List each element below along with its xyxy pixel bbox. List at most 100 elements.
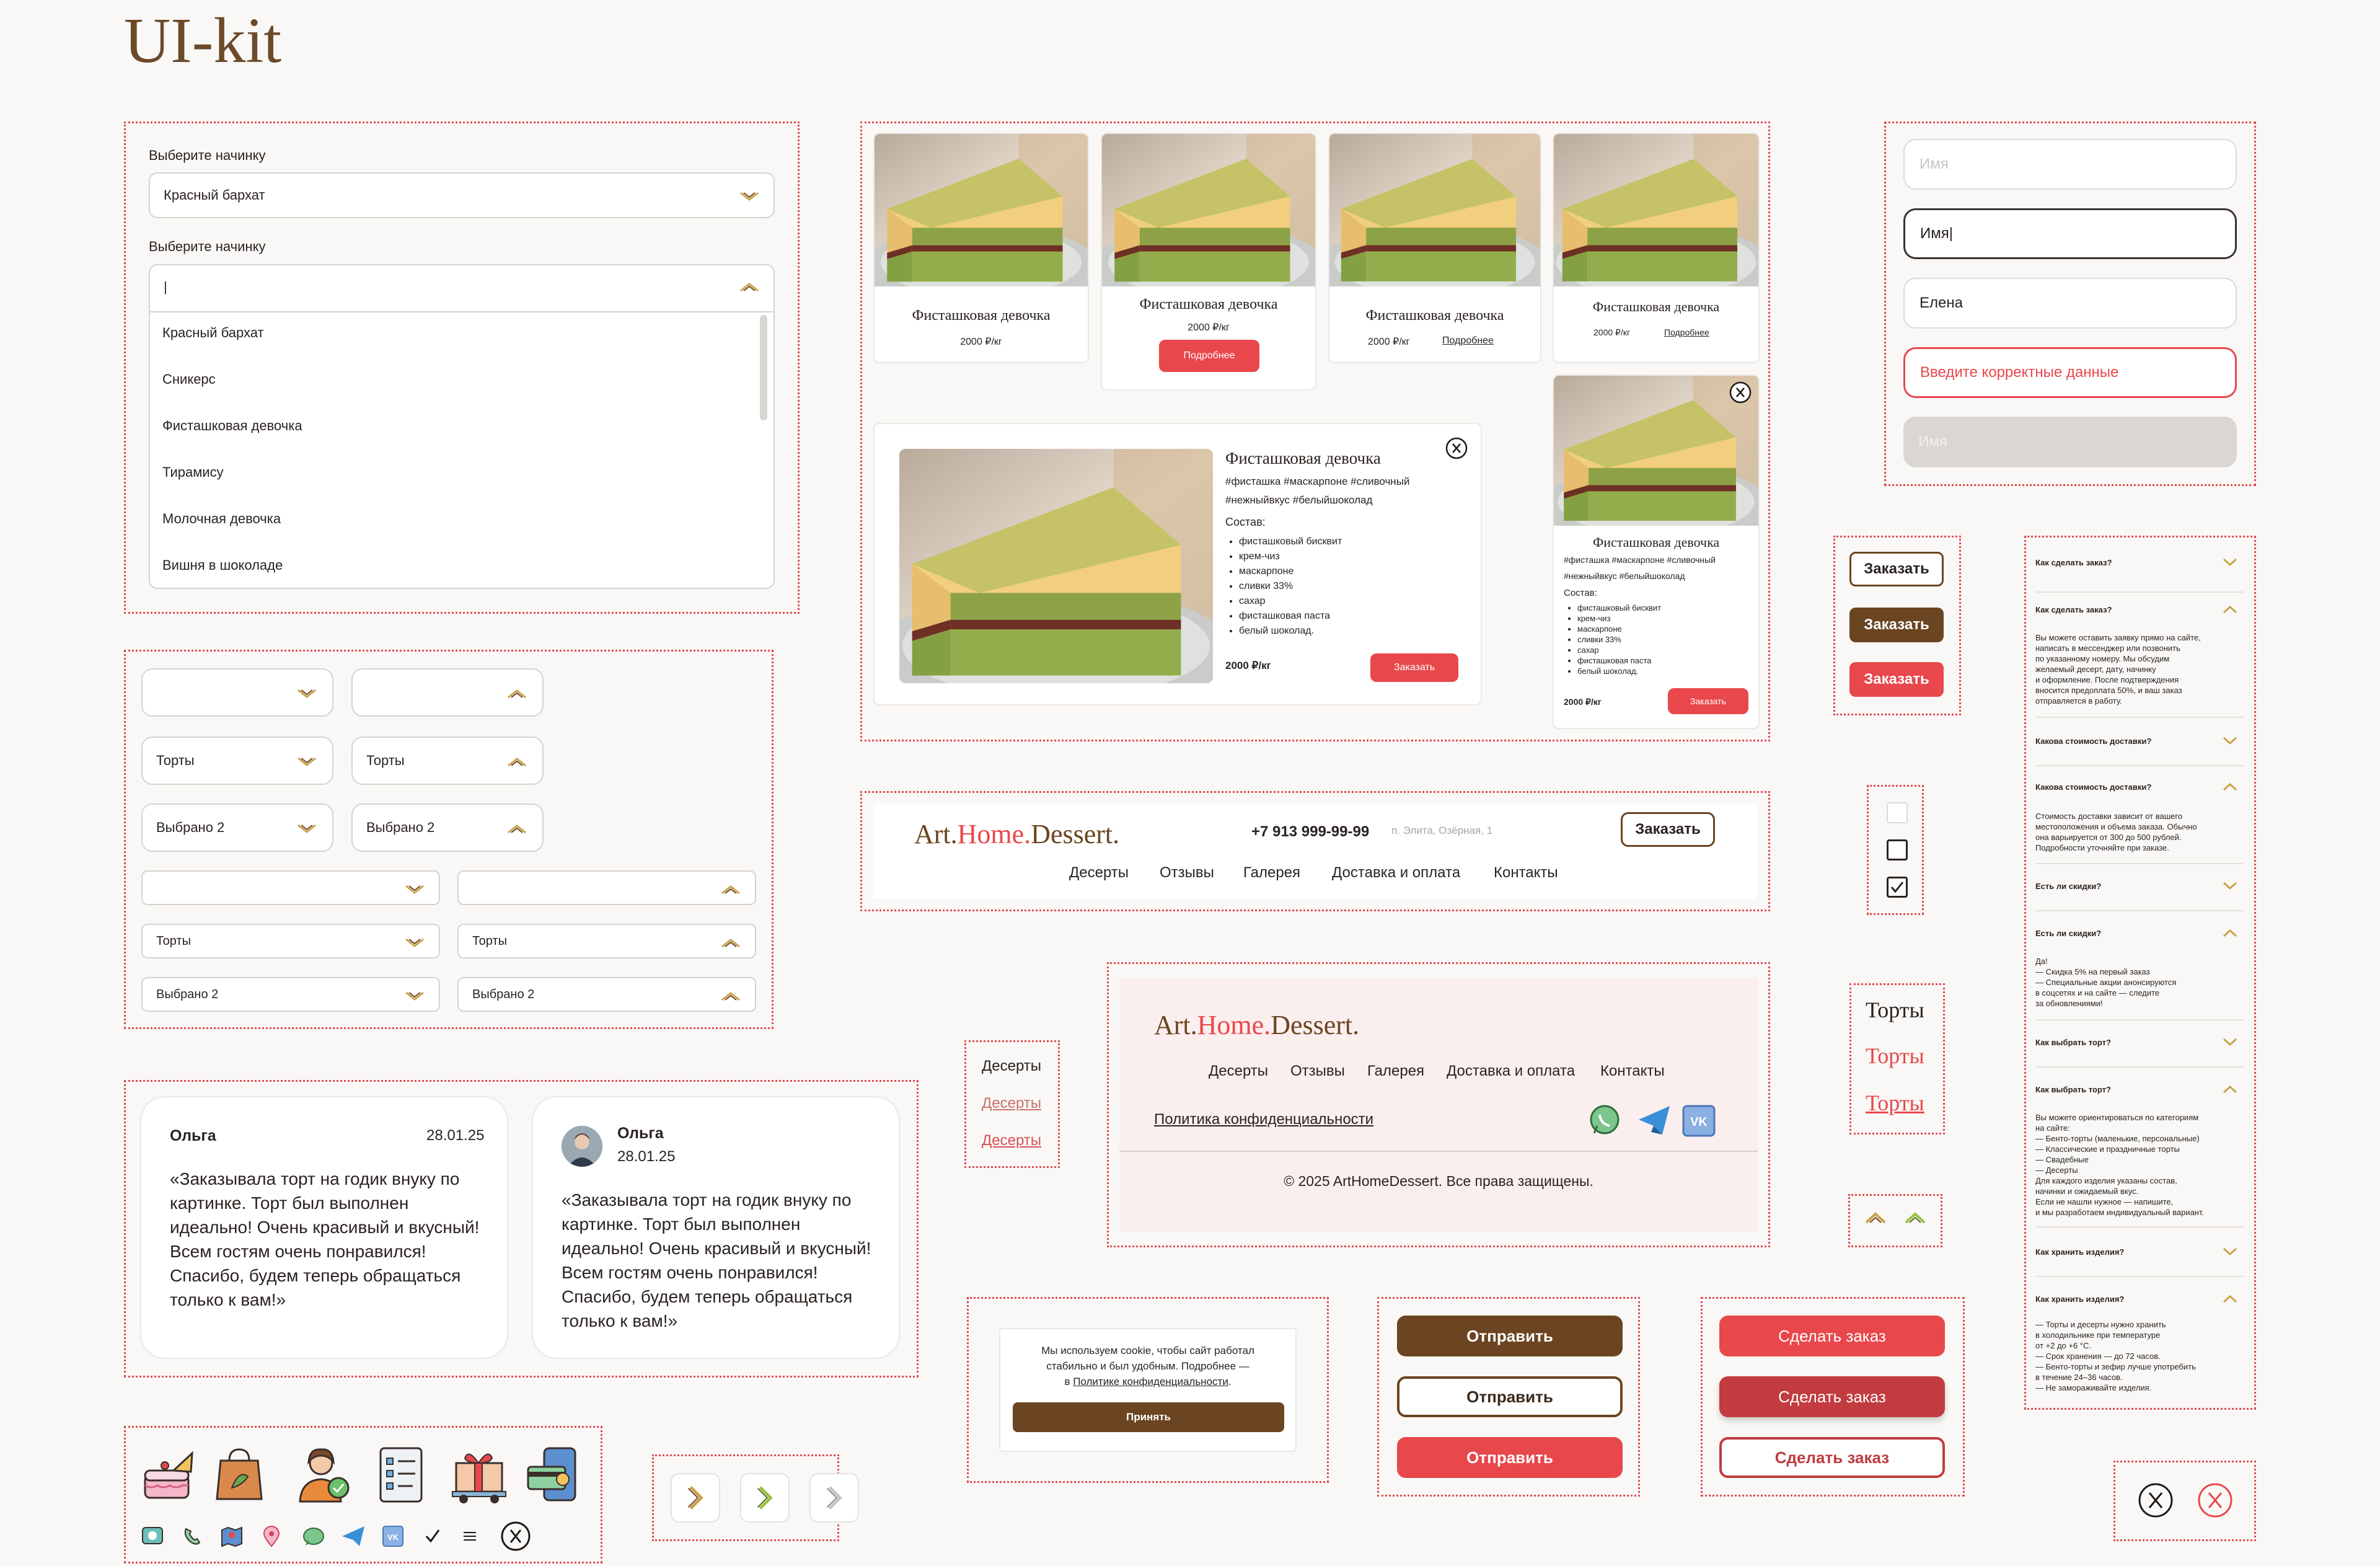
checkbox-checked[interactable] bbox=[1887, 877, 1908, 898]
chevron-up-icon[interactable] bbox=[2223, 1085, 2237, 1094]
link-active[interactable]: Десерты bbox=[982, 1132, 1041, 1149]
link-default[interactable]: Десерты bbox=[982, 1058, 1041, 1075]
name-input-filled[interactable]: Елена bbox=[1903, 278, 2237, 329]
faq-question-open[interactable]: Какова стоимость доставки? bbox=[2035, 782, 2151, 792]
option-item[interactable]: Тирамису bbox=[162, 464, 224, 480]
product-card-link[interactable]: Фисташковая девочка 2000 ₽/кг Подробнее bbox=[1328, 133, 1541, 363]
option-item[interactable]: Вишня в шоколаде bbox=[162, 557, 283, 573]
faq-question-open[interactable]: Как хранить изделия? bbox=[2035, 1294, 2124, 1304]
dropdown-small-selected-open[interactable]: Выбрано 2 bbox=[457, 977, 756, 1012]
link-hover[interactable]: Десерты bbox=[982, 1095, 1041, 1112]
chevron-up-icon-hover[interactable] bbox=[1904, 1210, 1926, 1225]
logo[interactable]: Art.Home.Dessert. bbox=[914, 818, 1119, 850]
dropdown-small-selected[interactable]: Выбрано 2 bbox=[141, 977, 440, 1012]
nav-desserts[interactable]: Десерты bbox=[1069, 864, 1129, 882]
telegram-icon[interactable] bbox=[1636, 1102, 1672, 1138]
footer-nav-gallery[interactable]: Галерея bbox=[1367, 1063, 1424, 1080]
faq-question[interactable]: Есть ли скидки? bbox=[2035, 882, 2101, 891]
close-icon[interactable] bbox=[2137, 1482, 2174, 1519]
category-active[interactable]: Торты bbox=[1866, 1090, 1924, 1116]
send-button-outline[interactable]: Отправить bbox=[1397, 1376, 1623, 1417]
chevron-up-icon[interactable] bbox=[2223, 929, 2237, 937]
footer-logo[interactable]: Art.Home.Dessert. bbox=[1154, 1009, 1359, 1041]
category-hover[interactable]: Торты bbox=[1866, 1043, 1924, 1069]
nav-contacts[interactable]: Контакты bbox=[1494, 864, 1558, 882]
make-order-button-outline[interactable]: Сделать заказ bbox=[1719, 1437, 1945, 1478]
privacy-link[interactable]: Политике конфиденциальности bbox=[1073, 1376, 1228, 1387]
nav-gallery[interactable]: Галерея bbox=[1243, 864, 1300, 882]
category-default[interactable]: Торты bbox=[1866, 997, 1924, 1023]
order-button[interactable]: Заказать bbox=[1621, 812, 1715, 847]
order-button-brown[interactable]: Заказать bbox=[1849, 608, 1944, 642]
arrow-right-button-hover[interactable] bbox=[740, 1473, 790, 1523]
scrollbar[interactable] bbox=[760, 315, 767, 420]
chevron-up-icon[interactable] bbox=[2223, 782, 2237, 791]
phone[interactable]: +7 913 999-99-99 bbox=[1251, 823, 1369, 841]
faq-question[interactable]: Как сделать заказ? bbox=[2035, 558, 2112, 567]
arrow-right-button[interactable] bbox=[671, 1473, 720, 1523]
arrow-right-button-disabled[interactable] bbox=[809, 1473, 859, 1523]
order-button-red[interactable]: Заказать bbox=[1849, 662, 1944, 697]
dropdown-selected-open[interactable]: Выбрано 2 bbox=[351, 803, 544, 852]
close-icon[interactable] bbox=[1445, 436, 1468, 460]
dropdown-small-cakes[interactable]: Торты bbox=[141, 924, 440, 958]
more-button[interactable]: Подробнее bbox=[1159, 340, 1259, 372]
footer-nav-desserts[interactable]: Десерты bbox=[1209, 1063, 1268, 1080]
name-input-focus[interactable]: Имя | bbox=[1903, 208, 2237, 259]
vk-icon[interactable]: VK bbox=[1681, 1102, 1717, 1138]
chevron-up-icon[interactable] bbox=[1864, 1210, 1887, 1225]
chevron-down-icon[interactable] bbox=[2223, 558, 2237, 567]
dropdown-small-cakes-open[interactable]: Торты bbox=[457, 924, 756, 958]
send-button[interactable]: Отправить bbox=[1397, 1316, 1623, 1356]
footer-nav-reviews[interactable]: Отзывы bbox=[1290, 1063, 1345, 1080]
filling-select[interactable]: Красный бархат bbox=[149, 172, 775, 218]
nav-delivery[interactable]: Доставка и оплата bbox=[1332, 864, 1460, 882]
close-icon-hover[interactable] bbox=[2197, 1482, 2234, 1519]
faq-question-open[interactable]: Есть ли скидки? bbox=[2035, 929, 2101, 938]
product-card-hover[interactable]: Фисташковая девочка 2000 ₽/кг Подробнее bbox=[1101, 133, 1316, 391]
select-input[interactable]: | bbox=[164, 279, 167, 295]
close-icon[interactable] bbox=[1729, 381, 1752, 404]
dropdown-empty-open[interactable] bbox=[351, 668, 544, 717]
privacy-link[interactable]: Политика конфиденциальности bbox=[1154, 1111, 1373, 1128]
faq-question[interactable]: Как хранить изделия? bbox=[2035, 1247, 2124, 1257]
option-item[interactable]: Сникерс bbox=[162, 371, 216, 387]
dropdown-cakes[interactable]: Торты bbox=[141, 737, 333, 785]
dropdown-cakes-open[interactable]: Торты bbox=[351, 737, 544, 785]
product-card-link-small[interactable]: Фисташковая девочка 2000 ₽/кг Подробнее bbox=[1553, 133, 1760, 363]
faq-question-open[interactable]: Как выбрать торт? bbox=[2035, 1085, 2111, 1094]
order-button-outline[interactable]: Заказать bbox=[1849, 552, 1944, 586]
make-order-button-hover[interactable]: Сделать заказ bbox=[1719, 1376, 1945, 1417]
more-link[interactable]: Подробнее bbox=[1664, 327, 1709, 337]
dropdown-small-empty-open[interactable] bbox=[457, 870, 756, 905]
whatsapp-icon[interactable] bbox=[1587, 1102, 1623, 1138]
footer-nav-contacts[interactable]: Контакты bbox=[1600, 1063, 1665, 1080]
faq-question[interactable]: Какова стоимость доставки? bbox=[2035, 737, 2151, 746]
dropdown-empty[interactable] bbox=[141, 668, 333, 717]
chevron-up-icon[interactable] bbox=[2223, 1294, 2237, 1303]
option-item[interactable]: Фисташковая девочка bbox=[162, 418, 302, 434]
dropdown-selected[interactable]: Выбрано 2 bbox=[141, 803, 333, 852]
chevron-down-icon[interactable] bbox=[2223, 1038, 2237, 1046]
name-input-empty[interactable]: Имя bbox=[1903, 139, 2237, 190]
chevron-up-icon[interactable] bbox=[2223, 605, 2237, 614]
accept-button[interactable]: Принять bbox=[1013, 1402, 1284, 1432]
chevron-down-icon[interactable] bbox=[2223, 737, 2237, 745]
faq-question[interactable]: Как выбрать торт? bbox=[2035, 1038, 2111, 1047]
name-input-error[interactable]: Введите корректные данные bbox=[1903, 347, 2237, 398]
more-link[interactable]: Подробнее bbox=[1442, 335, 1494, 347]
make-order-button[interactable]: Сделать заказ bbox=[1719, 1316, 1945, 1356]
product-card[interactable]: Фисташковая девочка 2000 ₽/кг bbox=[873, 133, 1089, 363]
footer-nav-delivery[interactable]: Доставка и оплата bbox=[1447, 1063, 1575, 1080]
send-button-red[interactable]: Отправить bbox=[1397, 1437, 1623, 1478]
nav-reviews[interactable]: Отзывы bbox=[1160, 864, 1214, 882]
dropdown-small-empty[interactable] bbox=[141, 870, 440, 905]
faq-question-open[interactable]: Как сделать заказ? bbox=[2035, 605, 2112, 614]
option-item[interactable]: Красный бархат bbox=[162, 325, 264, 341]
checkbox-disabled[interactable] bbox=[1887, 802, 1908, 823]
order-button[interactable]: Заказать bbox=[1370, 653, 1458, 682]
chevron-down-icon[interactable] bbox=[2223, 882, 2237, 890]
checkbox-unchecked[interactable] bbox=[1887, 839, 1908, 860]
option-item[interactable]: Молочная девочка bbox=[162, 511, 281, 527]
chevron-down-icon[interactable] bbox=[2223, 1247, 2237, 1256]
